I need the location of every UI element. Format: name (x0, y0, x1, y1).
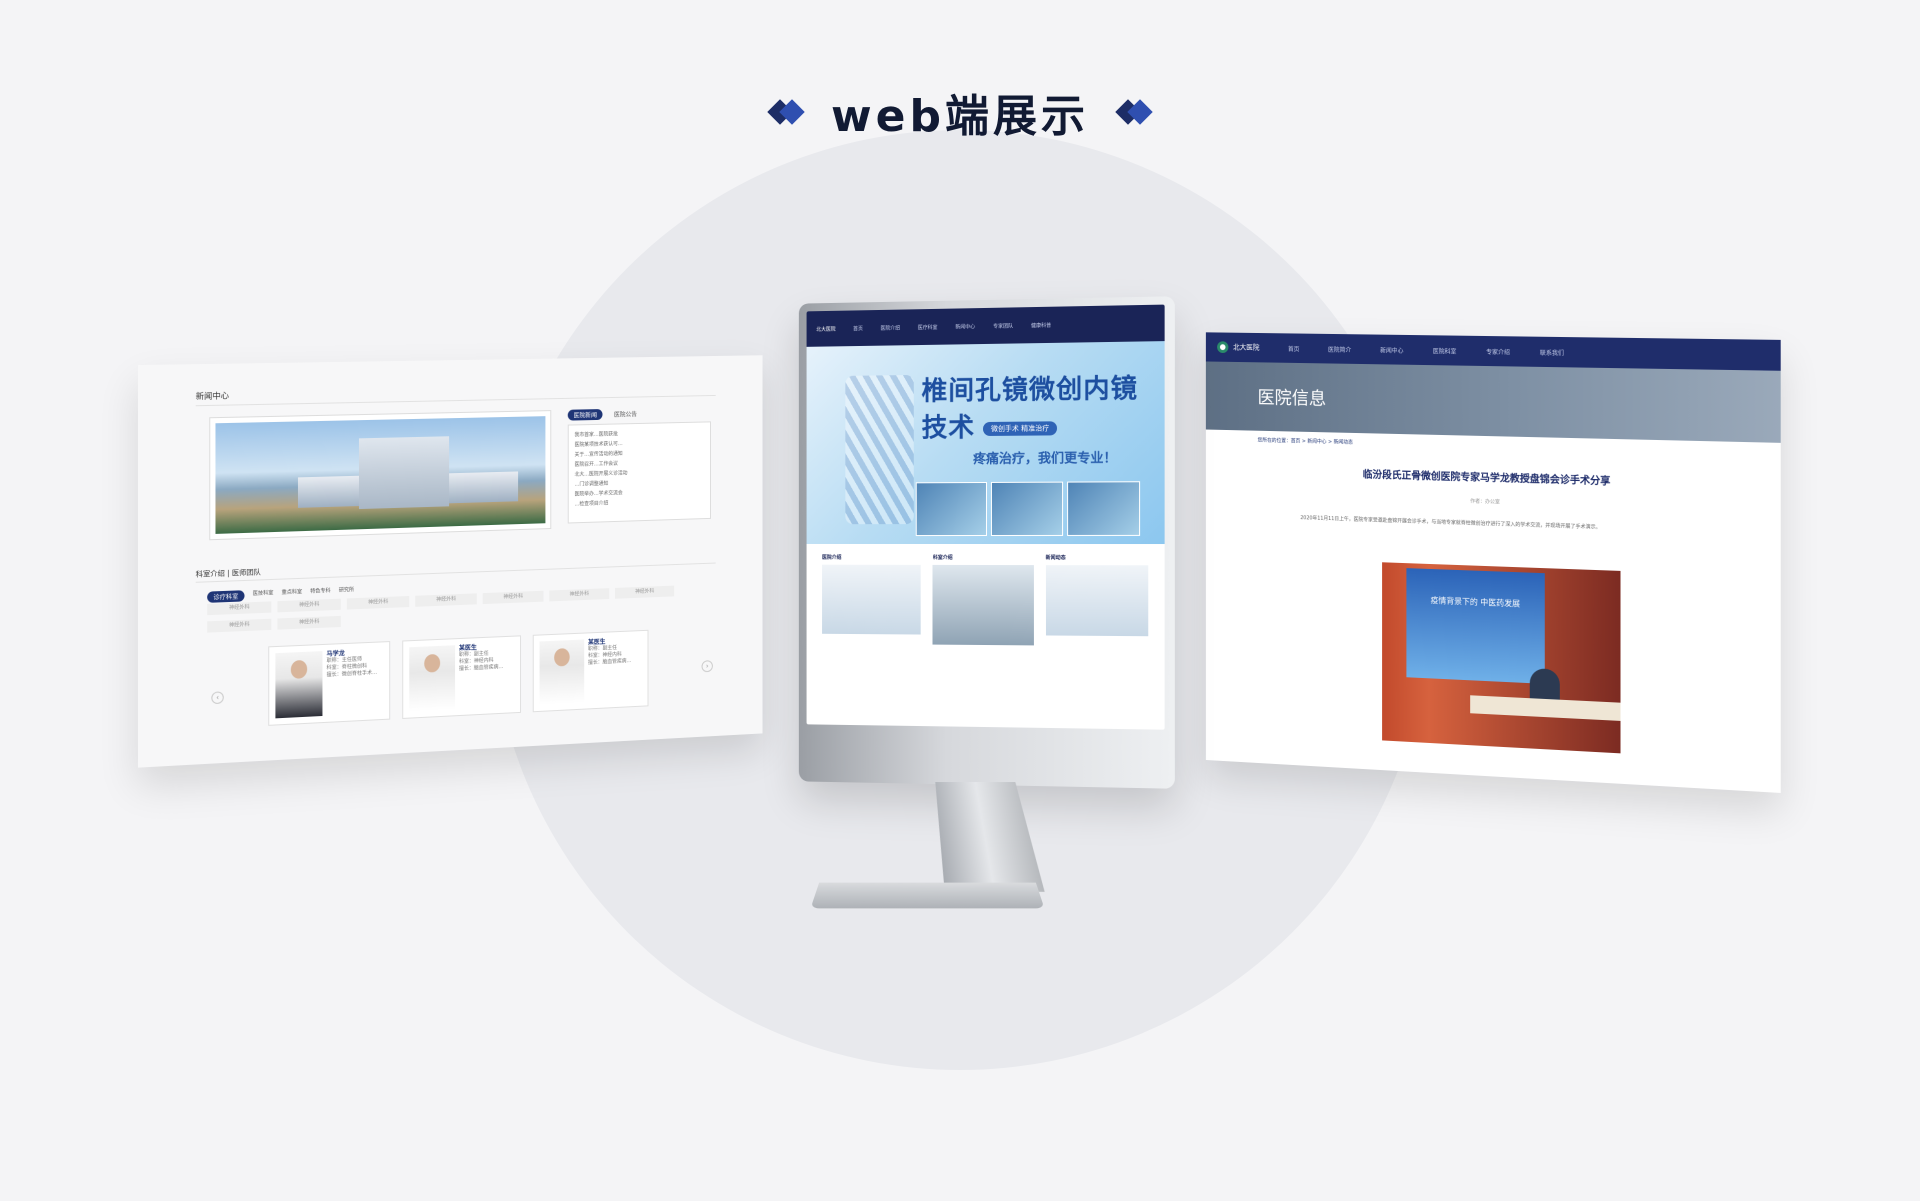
dept-cell[interactable]: 神经外科 (346, 595, 410, 610)
nav-item[interactable]: 医疗科室 (918, 323, 938, 330)
nav-item[interactable]: 专家介绍 (1486, 347, 1510, 356)
tab-dept[interactable]: 特色专科 (310, 587, 330, 599)
doctor-photo (539, 639, 585, 705)
dept-cell[interactable]: 神经外科 (415, 593, 477, 607)
monitor-base (810, 882, 1045, 909)
nav-item[interactable]: 医院科室 (1433, 346, 1457, 355)
tab-hospital-news[interactable]: 医院新闻 (567, 409, 603, 421)
thumbnail-image (915, 481, 987, 537)
nav-item[interactable]: 专家团队 (993, 322, 1013, 329)
next-arrow-icon[interactable]: › (701, 660, 713, 673)
article-title: 临汾段氏正骨微创医院专家马学龙教授盘锦会诊手术分享 (1362, 469, 1611, 488)
speaker-figure (1529, 668, 1560, 700)
intro-column: 医院介绍 (822, 554, 921, 645)
content-columns: 医院介绍 科室介绍 新闻动态 (807, 544, 1165, 657)
news-panel: 医院新闻 医院公告 我市首家…医院获批 医院某项技术获认可… 关于…宣传活动的通… (567, 407, 711, 529)
news-column: 新闻动态 (1045, 554, 1149, 646)
dept-column: 科室介绍 (932, 554, 1034, 646)
nav-item[interactable]: 医院介绍 (880, 324, 900, 331)
doctor-card[interactable]: 马学龙 职称：主任医师 科室：脊柱微创科 擅长：微创脊柱手术… (268, 641, 391, 726)
news-center-title: 新闻中心 (195, 391, 229, 402)
dept-cell[interactable]: 神经外科 (277, 598, 341, 613)
nav-item[interactable]: 首页 (853, 325, 863, 332)
doctor-photo (275, 651, 323, 719)
nav-item[interactable]: 首页 (1288, 344, 1299, 353)
monitor-frame: 北大医院 首页 医院介绍 医疗科室 新闻中心 专家团队 健康科普 椎间孔镜微创内… (798, 296, 1175, 789)
hospital-building-tower (358, 436, 450, 510)
banner-title: 医院信息 (1257, 387, 1327, 410)
logo-icon (1217, 341, 1229, 354)
page-title-row: web端展示 (0, 80, 1920, 144)
tab-hospital-notice[interactable]: 医院公告 (608, 408, 642, 420)
dept-cell[interactable]: 神经外科 (207, 601, 272, 616)
nav-item[interactable]: 健康科普 (1031, 321, 1051, 328)
hero-thumbnails (915, 481, 1141, 537)
divider (195, 394, 716, 407)
desktop-monitor: 北大医院 首页 医院介绍 医疗科室 新闻中心 专家团队 健康科普 椎间孔镜微创内… (795, 296, 1175, 789)
divider (195, 562, 716, 583)
dept-cell[interactable]: 神经外科 (549, 588, 610, 602)
article-meta: 作者：办公室 (1470, 498, 1500, 506)
hero-subtitle: 疼痛治疗，我们更专业！ (973, 451, 1117, 468)
hero-banner: 椎间孔镜微创内镜技术 微创手术 精准治疗 疼痛治疗，我们更专业！ (806, 341, 1165, 545)
doctor-cards: 马学龙 职称：主任医师 科室：脊柱微创科 擅长：微创脊柱手术… 某医生 职称：副… (268, 629, 649, 726)
desk (1470, 695, 1621, 721)
top-nav: 北大医院 首页 医院介绍 医疗科室 新闻中心 专家团队 健康科普 (806, 304, 1165, 347)
doctor-photo (409, 645, 456, 712)
tab-dept[interactable]: 研究所 (339, 586, 354, 598)
site-logo[interactable]: 北大医院 (816, 325, 835, 332)
hero-pill: 微创手术 精准治疗 (983, 421, 1058, 437)
right-website-mockup: 北大医院 首页 医院简介 新闻中心 医院科室 专家介绍 联系我们 医院信息 您所… (1205, 332, 1781, 793)
diamond-left-icon (767, 99, 805, 125)
text-block (822, 564, 921, 635)
hospital-photo (215, 416, 546, 534)
dept-cell[interactable]: 神经外科 (277, 615, 341, 630)
dept-cell[interactable]: 神经外科 (482, 590, 544, 605)
projector-screen: 疫情背景下的 中医药发展 (1406, 568, 1545, 684)
thumbnail-image (1067, 481, 1141, 536)
doctor-line: 擅长：微创脊柱手术… (326, 669, 378, 679)
dept-section-title: 科室介绍 | 医师团队 (195, 568, 261, 579)
dept-photo (932, 564, 1034, 646)
page-banner: 医院信息 (1205, 361, 1781, 443)
prev-arrow-icon[interactable]: ‹ (211, 691, 224, 705)
doctor-card[interactable]: 某医生 职称：副主任 科室：神经内科 擅长：脑血管疾病… (532, 629, 649, 713)
news-list: 我市首家…医院获批 医院某项技术获认可… 关于…宣传活动的通知 医院召开…工作会… (567, 421, 711, 524)
nav-item[interactable]: 医院简介 (1328, 344, 1351, 353)
tab-dept[interactable]: 医技科室 (253, 589, 274, 601)
doctor-card[interactable]: 某医生 职称：副主任 科室：神经内科 擅长：脑血管疾病… (402, 635, 522, 719)
article-paragraph: 2020年11月11日上午，医院专家受邀赴盘锦开展会诊手术，与当地专家就脊柱微创… (1300, 515, 1601, 531)
dept-cell[interactable]: 神经外科 (615, 585, 675, 599)
news-photo (1045, 565, 1149, 637)
doctor-line: 擅长：脑血管疾病… (459, 663, 504, 673)
thumbnail-image (990, 481, 1064, 536)
doctor-line: 擅长：脑血管疾病… (588, 658, 632, 666)
hospital-photo-frame (209, 410, 552, 541)
logo-text: 北大医院 (1233, 343, 1260, 352)
dept-cell[interactable]: 神经外科 (207, 618, 272, 633)
tab-dept[interactable]: 重点科室 (282, 588, 302, 600)
nav-item[interactable]: 联系我们 (1540, 347, 1564, 356)
left-website-mockup: 新闻中心 医院新闻 医院公告 我市首家…医院获批 医院某项技术获认可… 关于…宣… (137, 355, 763, 768)
page-title: web端展示 (831, 91, 1089, 142)
hexagon-pattern (845, 374, 914, 525)
monitor-screen: 北大医院 首页 医院介绍 医疗科室 新闻中心 专家团队 健康科普 椎间孔镜微创内… (806, 304, 1165, 730)
tab-dept[interactable]: 诊疗科室 (207, 590, 245, 603)
lecture-photo: 疫情背景下的 中医药发展 (1382, 562, 1621, 754)
column-title: 科室介绍 (932, 554, 953, 561)
diamond-right-icon (1115, 99, 1153, 125)
site-logo[interactable]: 北大医院 (1217, 341, 1260, 354)
nav-item[interactable]: 新闻中心 (1380, 345, 1403, 354)
column-title: 新闻动态 (1045, 555, 1066, 562)
nav-item[interactable]: 新闻中心 (955, 323, 975, 330)
column-title: 医院介绍 (822, 554, 842, 561)
